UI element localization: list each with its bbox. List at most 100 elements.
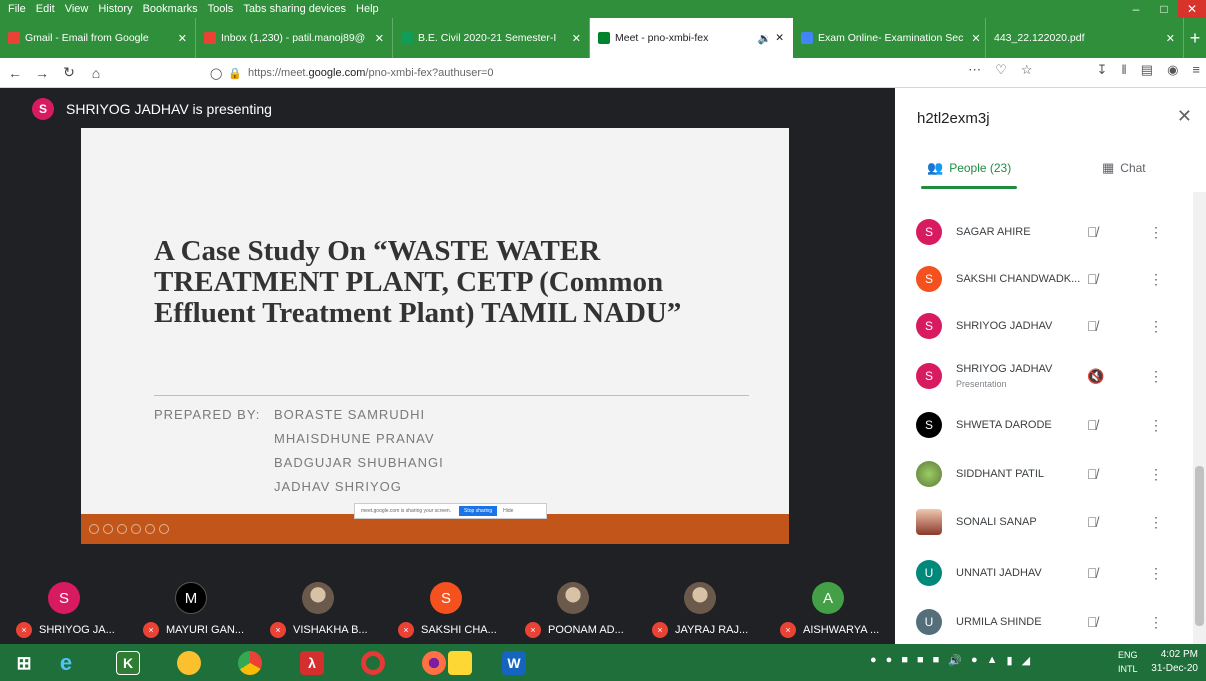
mic-off-icon[interactable]: 🎙̸ [1087,271,1098,287]
list-item[interactable]: S SHRIYOG JADHAV Presentation 🔇 ⋮ [895,357,1192,395]
pdf-reader-icon[interactable]: λ [292,648,332,678]
pen-icon[interactable] [117,524,127,534]
menu-edit[interactable]: Edit [36,3,55,15]
tray-icon[interactable]: ■ [933,654,940,667]
close-icon[interactable]: ✕ [1177,106,1192,127]
list-item[interactable]: U UNNATI JADHAV 🎙̸ ⋮ [895,554,1192,592]
prev-slide-icon[interactable] [89,524,99,534]
close-tab-icon[interactable]: ✕ [1158,32,1175,45]
network-icon[interactable]: ▮ [1007,654,1013,667]
menu-help[interactable]: Help [356,3,379,15]
mic-off-icon[interactable]: 🎙̸ [1087,224,1098,240]
participant-tile[interactable]: × JAYRAJ RAJ... [636,578,766,644]
windows-start-icon[interactable]: ⊞ [4,648,44,678]
opera-icon[interactable] [353,648,393,678]
word-icon[interactable]: W [494,648,534,678]
reload-icon[interactable]: ↻ [57,61,81,85]
menu-tabs-sharing[interactable]: Tabs sharing devices [243,3,346,15]
scrollbar-thumb[interactable] [1195,466,1204,626]
mic-off-icon[interactable]: 🎙̸ [1087,614,1098,630]
more-vert-icon[interactable]: ⋮ [1149,318,1163,335]
zoom-icon[interactable] [145,524,155,534]
menu-history[interactable]: History [98,3,132,15]
shield-icon[interactable]: ◯ [210,67,222,80]
speaker-muted-icon[interactable]: 🔇 [1087,368,1104,385]
menu-view[interactable]: View [65,3,89,15]
close-tab-icon[interactable]: ✕ [170,32,187,45]
list-item[interactable]: S SHRIYOG JADHAV 🎙̸ ⋮ [895,307,1192,345]
tab-inbox[interactable]: Inbox (1,230) - patil.manoj89@ ✕ [196,18,393,58]
chrome-icon[interactable] [230,648,270,678]
more-vert-icon[interactable]: ⋮ [1149,271,1163,288]
list-item[interactable]: SIDDHANT PATIL 🎙̸ ⋮ [895,455,1192,493]
stop-sharing-button[interactable]: Stop sharing [459,506,498,516]
close-tab-icon[interactable]: ✕ [367,32,384,45]
list-item[interactable]: S SHWETA DARODE 🎙̸ ⋮ [895,406,1192,444]
participant-tile[interactable]: × VISHAKHA B... [254,578,384,644]
mic-off-icon[interactable]: 🎙̸ [1087,565,1098,581]
page-actions-icon[interactable]: ⋯ [968,62,981,78]
address-bar[interactable]: ◯ 🔒 https://meet. google.com/pno-xmbi-fex… [210,62,990,84]
participant-tile[interactable]: S × SAKSHI CHA... [382,578,512,644]
home-icon[interactable]: ⌂ [84,61,108,85]
close-tab-icon[interactable]: ✕ [963,32,980,45]
tray-icon[interactable]: ● [886,654,893,667]
menu-tools[interactable]: Tools [208,3,234,15]
tray-icon[interactable]: ▲ [987,654,998,667]
new-tab-icon[interactable]: + [1184,18,1206,58]
restore-icon[interactable]: □ [1150,0,1178,18]
clock[interactable]: 4:02 PM 31-Dec-20 [1151,648,1198,676]
hide-button[interactable]: Hide [503,508,513,514]
bookmark-star-icon[interactable]: ☆ [1021,62,1033,78]
close-tab-icon[interactable]: ✕ [771,32,784,44]
more-vert-icon[interactable]: ⋮ [1149,417,1163,434]
participant-tile[interactable]: M × MAYURI GAN... [127,578,257,644]
more-vert-icon[interactable]: ⋮ [1149,224,1163,241]
close-tab-icon[interactable]: ✕ [564,32,581,45]
mic-off-icon[interactable]: 🎙̸ [1087,466,1098,482]
lock-icon[interactable]: 🔒 [228,67,242,80]
list-item[interactable]: S SAKSHI CHANDWADK... 🎙̸ ⋮ [895,260,1192,298]
tray-icon[interactable]: ● [870,654,877,667]
mic-off-icon[interactable]: 🎙̸ [1087,514,1098,530]
paint-icon[interactable] [169,648,209,678]
internet-explorer-icon[interactable]: e [46,648,86,678]
slides-icon[interactable] [131,524,141,534]
more-options-icon[interactable] [159,524,169,534]
tab-people[interactable]: 👥 People (23) [927,160,1011,176]
menu-file[interactable]: File [8,3,26,15]
window-close-icon[interactable]: ✕ [1178,0,1206,18]
tab-exam[interactable]: Exam Online- Examination Sec ✕ [793,18,986,58]
tray-icon[interactable]: ■ [901,654,908,667]
account-icon[interactable]: ◉ [1167,62,1178,78]
participant-tile[interactable]: × POONAM AD... [509,578,639,644]
file-explorer-icon[interactable] [440,648,480,678]
tab-gmail[interactable]: Gmail - Email from Google ✕ [0,18,196,58]
tab-pdf[interactable]: 443_22.122020.pdf ✕ [986,18,1184,58]
pocket-icon[interactable]: ♡ [995,62,1007,78]
list-item[interactable]: U URMILA SHINDE 🎙̸ ⋮ [895,603,1192,641]
app-icon[interactable]: K [108,648,148,678]
list-item[interactable]: SONALI SANAP 🎙̸ ⋮ [895,503,1192,541]
tab-chat[interactable]: ▦ Chat [1102,160,1146,176]
tray-icon[interactable]: ■ [917,654,924,667]
more-vert-icon[interactable]: ⋮ [1149,565,1163,582]
more-vert-icon[interactable]: ⋮ [1149,614,1163,631]
volume-icon[interactable]: 🔊 [948,654,962,667]
list-item[interactable]: S SAGAR AHIRE 🎙̸ ⋮ [895,213,1192,251]
library-icon[interactable]: ‖ [1121,62,1126,78]
mic-off-icon[interactable]: 🎙̸ [1087,318,1098,334]
tab-classroom[interactable]: B.E. Civil 2020-21 Semester-I ✕ [393,18,590,58]
more-vert-icon[interactable]: ⋮ [1149,368,1163,385]
menu-icon[interactable]: ≡ [1192,62,1200,78]
tab-meet[interactable]: Meet - pno-xmbi-fex 🔉 ✕ [590,18,793,58]
participant-tile[interactable]: S × SHRIYOG JA... [0,578,130,644]
menu-bookmarks[interactable]: Bookmarks [143,3,198,15]
mic-off-icon[interactable]: 🎙̸ [1087,417,1098,433]
more-vert-icon[interactable]: ⋮ [1149,466,1163,483]
forward-icon[interactable]: → [30,61,54,85]
sidebar-icon[interactable]: ▤ [1141,62,1153,78]
people-scrollbar[interactable] [1193,192,1206,644]
back-icon[interactable]: ← [3,61,27,85]
language-indicator[interactable]: ENG INTL [1118,648,1138,676]
